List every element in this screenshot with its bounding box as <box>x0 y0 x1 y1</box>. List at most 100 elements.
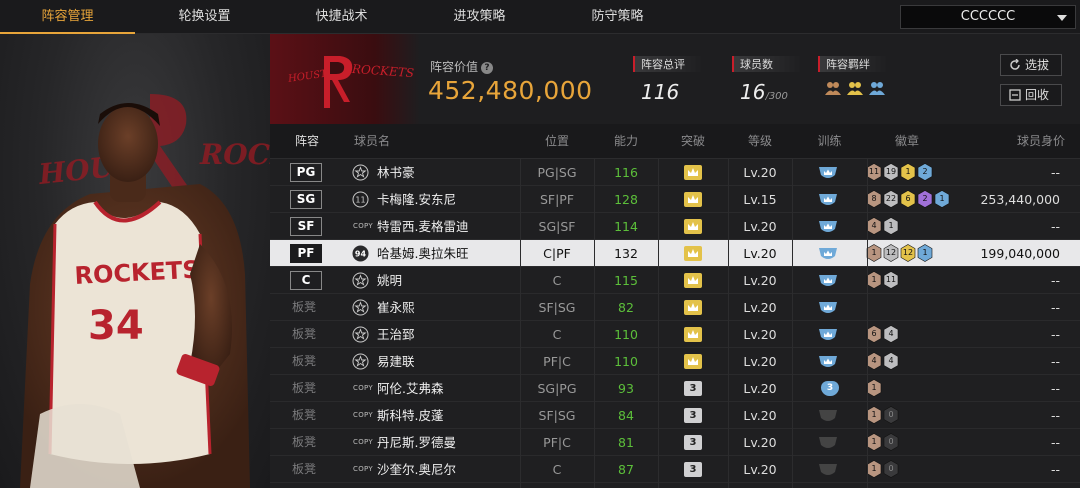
table-row[interactable]: 板凳 王治郅 C 110 Lv.20 6 4 -- <box>270 321 1080 348</box>
training-icon <box>819 167 837 178</box>
col-header-price: 球员身价 <box>1016 134 1065 148</box>
lineup-table: 阵容 球员名 位置 能力 突破 等级 训练 徽章 球员身价 PG 林书豪 PG|SG… <box>270 124 1080 488</box>
player-ability: 81 <box>618 435 634 450</box>
star-icon <box>352 272 369 289</box>
player-position: C|PF <box>543 246 571 261</box>
table-row[interactable]: PG 林书豪 PG|SG 116 Lv.20 11 19 1 2 -- <box>270 159 1080 186</box>
crown-icon <box>684 219 702 234</box>
player-position: SF|SG <box>538 300 576 315</box>
player-ability: 93 <box>618 381 634 396</box>
player-name[interactable]: 沙奎尔.奥尼尔 <box>377 456 456 483</box>
player-position: C <box>552 462 562 477</box>
help-icon[interactable]: ? <box>481 61 494 74</box>
player-level: Lv.20 <box>743 246 777 261</box>
badge-list[interactable]: 11 19 1 2 <box>866 163 933 181</box>
tab-defense[interactable]: 防守策略 <box>550 0 685 34</box>
overall-rating-value: 116 <box>641 80 680 104</box>
overall-rating: 阵容总评 116 <box>633 56 703 104</box>
player-price: -- <box>1050 327 1060 342</box>
hex-badge-icon: 4 <box>866 217 882 235</box>
badge-list[interactable]: 41 <box>866 217 899 235</box>
breakthrough-badge: 3 <box>684 435 702 450</box>
badge-list[interactable]: 1 11 <box>866 271 899 289</box>
player-price: -- <box>1050 381 1060 396</box>
badge-list[interactable]: 1 <box>866 379 882 397</box>
table-row[interactable]: 板凳 易建联 PF|C 110 Lv.20 4 4 -- <box>270 348 1080 375</box>
refresh-icon <box>1010 59 1020 70</box>
player-name[interactable]: 阿伦.艾弗森 <box>377 375 443 402</box>
player-name[interactable]: 哈基姆.奥拉朱旺 <box>377 240 468 267</box>
badge-list[interactable]: 1 12 12 1 <box>866 244 933 262</box>
player-price: 253,440,000 <box>980 192 1060 207</box>
player-name[interactable]: 林书豪 <box>377 159 415 186</box>
pick-button[interactable]: 选拔 <box>1000 54 1062 76</box>
badge-list[interactable]: 64 <box>866 325 899 343</box>
recycle-button[interactable]: 回收 <box>1000 84 1062 106</box>
crown-icon <box>684 300 702 315</box>
table-row[interactable]: 板凳 COPY 斯科特.皮蓬 SF|SG 84 3 Lv.20 1 0 -- <box>270 402 1080 429</box>
crown-icon <box>684 165 702 180</box>
player-position: SF|SG <box>538 408 576 423</box>
player-level: Lv.20 <box>743 300 777 315</box>
hex-badge-icon: 4 <box>883 352 899 370</box>
hex-badge-icon: 0 <box>883 406 899 424</box>
player-position: PG|SG <box>537 165 577 180</box>
player-ability: 115 <box>614 273 638 288</box>
tab-quick-tactics[interactable]: 快捷战术 <box>274 0 409 34</box>
bench-label: 板凳 <box>292 462 317 476</box>
hex-badge-icon: 22 <box>883 190 899 208</box>
player-name[interactable]: 特雷西.麦格雷迪 <box>377 213 468 240</box>
tab-offense[interactable]: 进攻策略 <box>412 0 547 34</box>
hex-badge-icon: 4 <box>866 352 882 370</box>
player-name[interactable]: 丹尼斯.罗德曼 <box>377 429 456 456</box>
badge-list[interactable]: 10 <box>866 406 899 424</box>
tab-lineup[interactable]: 阵容管理 <box>0 0 135 34</box>
table-row[interactable]: PF 94 哈基姆.奥拉朱旺 C|PF 132 Lv.20 1 12 12 1 199,040,00… <box>270 240 1080 267</box>
player-price: 199,040,000 <box>980 246 1060 261</box>
player-ability: 84 <box>618 408 634 423</box>
bond-blue-icon[interactable] <box>868 80 886 96</box>
player-name[interactable]: 易建联 <box>377 348 415 375</box>
badge-list[interactable]: 10 <box>866 460 899 478</box>
bond-icons[interactable] <box>818 80 888 96</box>
table-row[interactable]: SG 11 卡梅隆.安东尼 SF|PF 128 Lv.15 8 22 6 2 1 253,440,00… <box>270 186 1080 213</box>
table-header: 阵容 球员名 位置 能力 突破 等级 训练 徽章 球员身价 <box>270 124 1080 159</box>
bond-gold-icon[interactable] <box>846 80 864 96</box>
rank-icon: 11 <box>352 191 369 208</box>
badge-list[interactable]: 44 <box>866 352 899 370</box>
player-name[interactable]: 崔永熙 <box>377 294 415 321</box>
player-ability: 116 <box>614 165 638 180</box>
tab-rotation[interactable]: 轮换设置 <box>137 0 272 34</box>
bond-bronze-icon[interactable] <box>824 80 842 96</box>
player-ability: 132 <box>614 246 638 261</box>
player-name[interactable]: 王治郅 <box>377 321 415 348</box>
col-header-position: 位置 <box>544 134 569 148</box>
hex-badge-icon: 6 <box>900 190 916 208</box>
top-nav: 阵容管理 轮换设置 快捷战术 进攻策略 防守策略 CCCCCC <box>0 0 1080 34</box>
table-row[interactable]: 板凳 崔永熙 SF|SG 82 Lv.20 -- <box>270 294 1080 321</box>
player-name[interactable]: 姚明 <box>377 267 402 294</box>
hex-badge-icon: 19 <box>883 163 899 181</box>
svg-text:34: 34 <box>88 303 144 349</box>
training-icon <box>819 275 837 286</box>
bench-label: 板凳 <box>292 435 317 449</box>
player-name[interactable]: 斯科特.皮蓬 <box>377 402 443 429</box>
player-level: Lv.20 <box>743 381 777 396</box>
player-name[interactable]: 卡梅隆.安东尼 <box>377 186 456 213</box>
player-price: -- <box>1050 462 1060 477</box>
table-row[interactable]: 板凳 COPY 丹尼斯.罗德曼 PF|C 81 3 Lv.20 1 0 -- <box>270 429 1080 456</box>
table-row[interactable]: 板凳 COPY 沙奎尔.奥尼尔 C 87 3 Lv.20 1 0 -- <box>270 456 1080 483</box>
player-price: -- <box>1050 219 1060 234</box>
badge-list[interactable]: 10 <box>866 433 899 451</box>
player-position: SG|SF <box>538 219 576 234</box>
table-row[interactable]: C 姚明 C 115 Lv.20 1 11 -- <box>270 267 1080 294</box>
bench-label: 板凳 <box>292 300 317 314</box>
player-level: Lv.20 <box>743 327 777 342</box>
team-dropdown[interactable]: CCCCCC <box>900 5 1076 29</box>
table-row[interactable]: SF COPY 特雷西.麦格雷迪 SG|SF 114 Lv.20 4 1 -- <box>270 213 1080 240</box>
star-icon <box>352 353 369 370</box>
training-icon <box>819 410 837 421</box>
table-row[interactable]: 板凳 COPY 阿伦.艾弗森 SG|PG 93 3 Lv.20 3 1 -- <box>270 375 1080 402</box>
badge-list[interactable]: 8 22 6 2 1 <box>866 190 950 208</box>
lineup-bonds-label: 阵容羁绊 <box>818 56 888 72</box>
